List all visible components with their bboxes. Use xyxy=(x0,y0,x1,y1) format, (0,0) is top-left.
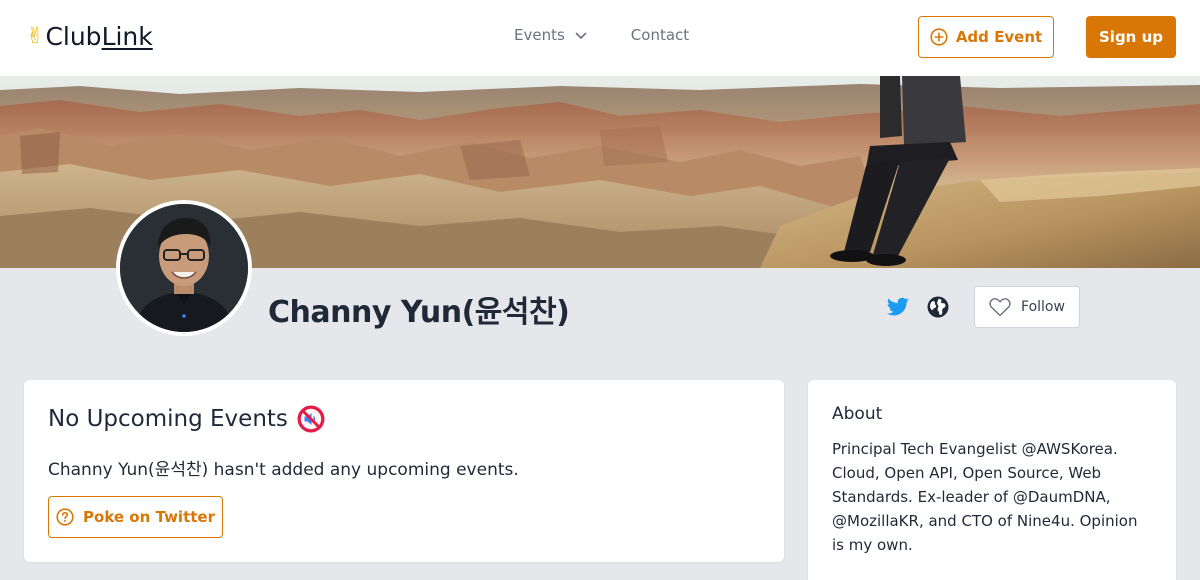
nav-contact-link[interactable]: Contact xyxy=(631,26,689,44)
person-portrait-image xyxy=(120,204,248,332)
no-events-title: No Upcoming Events xyxy=(48,406,288,432)
logo-text-club: Club xyxy=(45,22,102,51)
question-circle-icon xyxy=(56,508,74,526)
follow-button[interactable]: Follow xyxy=(974,286,1080,328)
avatar-photo xyxy=(120,204,248,332)
main-nav: Events Contact xyxy=(514,26,689,44)
website-link[interactable] xyxy=(926,295,950,319)
no-events-message: Channy Yun(윤석찬) hasn't added any upcomin… xyxy=(48,460,519,480)
profile-name: Channy Yun(윤석찬) xyxy=(268,295,570,330)
plus-circle-icon xyxy=(930,28,948,46)
nav-events-dropdown[interactable]: Events xyxy=(514,26,587,44)
twitter-profile-link[interactable] xyxy=(886,295,910,319)
no-events-heading: No Upcoming Events xyxy=(48,404,326,434)
clublink-logo[interactable]: ✌ Club Link xyxy=(26,22,153,51)
poke-label: Poke on Twitter xyxy=(83,508,215,526)
twitter-icon xyxy=(886,297,909,316)
poke-on-twitter-button[interactable]: Poke on Twitter xyxy=(48,496,223,538)
chevron-down-icon xyxy=(575,32,587,39)
heart-icon xyxy=(989,298,1011,317)
top-navigation-bar: ✌ Club Link Events Contact Add Event Sig… xyxy=(0,0,1200,76)
logo-text-link: Link xyxy=(101,22,153,51)
sign-up-button[interactable]: Sign up xyxy=(1086,16,1176,58)
globe-icon xyxy=(927,296,949,318)
follow-label: Follow xyxy=(1021,299,1065,315)
muted-speaker-icon xyxy=(297,405,325,433)
nav-events-label: Events xyxy=(514,26,565,44)
victory-hand-icon: ✌ xyxy=(26,24,45,49)
profile-avatar xyxy=(116,200,252,336)
add-event-button[interactable]: Add Event xyxy=(918,16,1054,58)
about-heading: About xyxy=(832,404,883,424)
about-description: Principal Tech Evangelist @AWSKorea. Clo… xyxy=(832,440,1138,554)
add-event-label: Add Event xyxy=(955,28,1043,46)
